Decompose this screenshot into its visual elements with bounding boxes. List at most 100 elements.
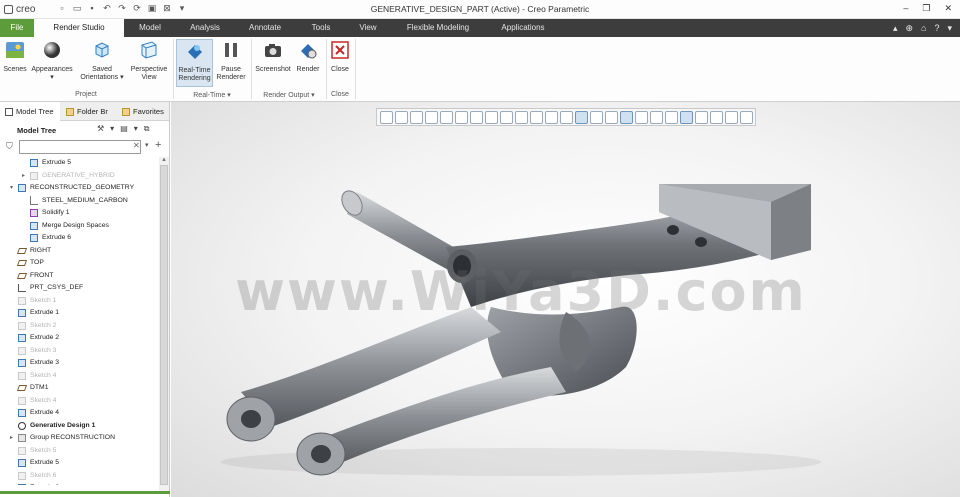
tree-item[interactable]: Sketch 6 [10,470,56,482]
tab-flexible-modeling[interactable]: Flexible Modeling [390,19,486,37]
render-button[interactable]: Render [294,39,322,74]
navigator-tabs: Model Tree Folder Br Favorites [0,102,169,121]
tree-item[interactable]: Extrude 5 [22,157,71,169]
tree-item[interactable]: Merge Design Spaces [22,220,109,232]
tree-item[interactable]: Sketch 4 [10,370,56,382]
tree-item[interactable]: DTM1 [10,382,49,394]
tree-item[interactable]: PRT_CSYS_DEF [10,282,83,294]
tree-item[interactable]: Solidify 1 [22,207,70,219]
ribbon-separator [173,39,174,99]
search-help-icon[interactable]: ⊕ [905,23,913,34]
tab-annotate[interactable]: Annotate [234,19,296,37]
expand-toggle-icon[interactable]: ▸ [22,170,30,182]
filter-dropdown-icon[interactable]: ▾ [145,141,149,149]
appearances-dropdown-icon[interactable]: ▾ [50,74,54,81]
group-label-render-output: Render Output ▾ [252,91,326,99]
tree-item[interactable]: Sketch 5 [10,445,56,457]
tree-item[interactable]: Sketch 2 [10,320,56,332]
watermark-text: www.WiYa3D.com [235,260,807,323]
expand-toggle-icon[interactable]: ▾ [10,182,18,194]
community-icon[interactable]: ⌂ [921,23,926,34]
render-output-dropdown-icon[interactable]: ▾ [309,92,315,99]
perspective-view-icon [141,41,157,59]
tab-file[interactable]: File [0,19,34,37]
add-filter-icon[interactable]: + [155,139,161,151]
tree-item[interactable]: Sketch 1 [10,295,56,307]
window-title: GENERATIVE_DESIGN_PART (Active) - Creo P… [370,4,590,14]
tree-item[interactable]: Extrude 5 [10,457,59,469]
clear-filter-icon[interactable]: ✕ [133,141,140,150]
graphics-viewport[interactable]: www.WiYa3D.com [171,102,960,497]
pause-label-1: Pause [221,66,241,73]
tree-item[interactable]: Extrude 6 [10,482,59,485]
tree-scrollbar[interactable]: ▲ [159,157,169,492]
real-time-group-dropdown-icon[interactable]: ▾ [225,92,231,99]
tree-item[interactable]: ▾ RECONSTRUCTED_GEOMETRY [10,182,134,194]
tab-render-studio[interactable]: Render Studio [34,19,124,37]
tree-item[interactable]: Generative Design 1 [10,420,95,432]
filter-icon[interactable]: ⛉ [6,141,13,152]
show-dropdown-icon[interactable]: ▾ [134,124,138,134]
show-icon[interactable]: ▤ [120,124,128,134]
tree-settings-dropdown-icon[interactable]: ▾ [110,124,114,134]
tree-filter-row: ⛉ ✕ ▾ + [0,138,169,156]
saved-orientations-label-1: Saved [92,66,112,73]
ribbon-panel: Scenes Appearances ▾ Saved Orientations … [0,37,960,102]
tab-tools[interactable]: Tools [296,19,346,37]
tree-item-label: Extrude 2 [30,334,60,341]
scroll-up-icon[interactable]: ▲ [161,157,167,163]
extrude-icon [18,459,26,467]
tree-item[interactable]: Extrude 3 [10,357,59,369]
saved-orientations-button[interactable]: Saved Orientations ▾ [77,39,127,82]
tree-item-label: DTM1 [30,384,49,391]
tab-model[interactable]: Model [124,19,176,37]
title-bar: creo ▫ ▭ ▪ ↶ ↷ ⟳ ▣ ⊠ ▾ GENERATIVE_DESIGN… [0,0,960,19]
tree-item-label: Extrude 3 [30,359,60,366]
tree-item[interactable]: Sketch 4 [10,395,56,407]
appearances-button[interactable]: Appearances ▾ [30,39,74,82]
pause-renderer-button[interactable]: Pause Renderer [214,39,248,82]
scenes-button[interactable]: Scenes [2,39,28,74]
tree-item[interactable]: Extrude 4 [10,407,59,419]
minimize-icon[interactable]: – [903,3,908,14]
tree-item[interactable]: STEEL_MEDIUM_CARBON [22,195,128,207]
extrude-icon [18,359,26,367]
saved-orientations-dropdown-icon[interactable]: ▾ [118,74,124,81]
tree-item[interactable]: FRONT [10,270,53,282]
restore-icon[interactable]: ❐ [922,3,930,14]
hybrid-icon [30,171,38,180]
scroll-thumb[interactable] [160,165,168,485]
tree-columns-icon[interactable]: ⧉ [144,124,150,134]
screenshot-button[interactable]: Screenshot [253,39,293,74]
sketch-icon [18,346,26,355]
tree-item[interactable]: ▸ GENERATIVE_HYBRID [22,170,115,182]
real-time-group-text: Real-Time [193,92,226,99]
expand-toggle-icon[interactable]: ▸ [10,432,18,444]
tree-item[interactable]: RIGHT [10,245,51,257]
tab-analysis[interactable]: Analysis [176,19,234,37]
tree-settings-icon[interactable]: ⚒ [97,124,104,134]
tree-search-input[interactable] [19,140,141,154]
tab-folder-browser-label: Folder Br [77,107,108,116]
tree-item[interactable]: Extrude 1 [10,307,59,319]
perspective-view-button[interactable]: Perspective View [128,39,170,82]
tab-view[interactable]: View [346,19,390,37]
tab-folder-browser[interactable]: Folder Br [62,102,114,121]
real-time-label-1: Real-Time [178,67,211,74]
tree-item[interactable]: Sketch 3 [10,345,56,357]
help-icon[interactable]: ? [934,23,939,34]
close-render-studio-button[interactable]: Close [328,39,352,74]
real-time-rendering-button[interactable]: Real-Time Rendering [176,39,213,87]
tab-applications[interactable]: Applications [486,19,560,37]
close-icon[interactable]: ✕ [944,3,952,14]
help-dropdown-icon[interactable]: ▾ [947,23,952,34]
tree-item[interactable]: Extrude 6 [22,232,71,244]
material-icon [30,196,38,205]
tree-item-label: Extrude 6 [42,234,72,241]
tree-item[interactable]: ▸ Group RECONSTRUCTION [10,432,115,444]
tab-favorites[interactable]: Favorites [118,102,170,121]
collapse-ribbon-icon[interactable]: ▴ [893,23,898,34]
tree-item[interactable]: TOP [10,257,44,269]
tab-model-tree[interactable]: Model Tree [0,102,60,121]
tree-item[interactable]: Extrude 2 [10,332,59,344]
